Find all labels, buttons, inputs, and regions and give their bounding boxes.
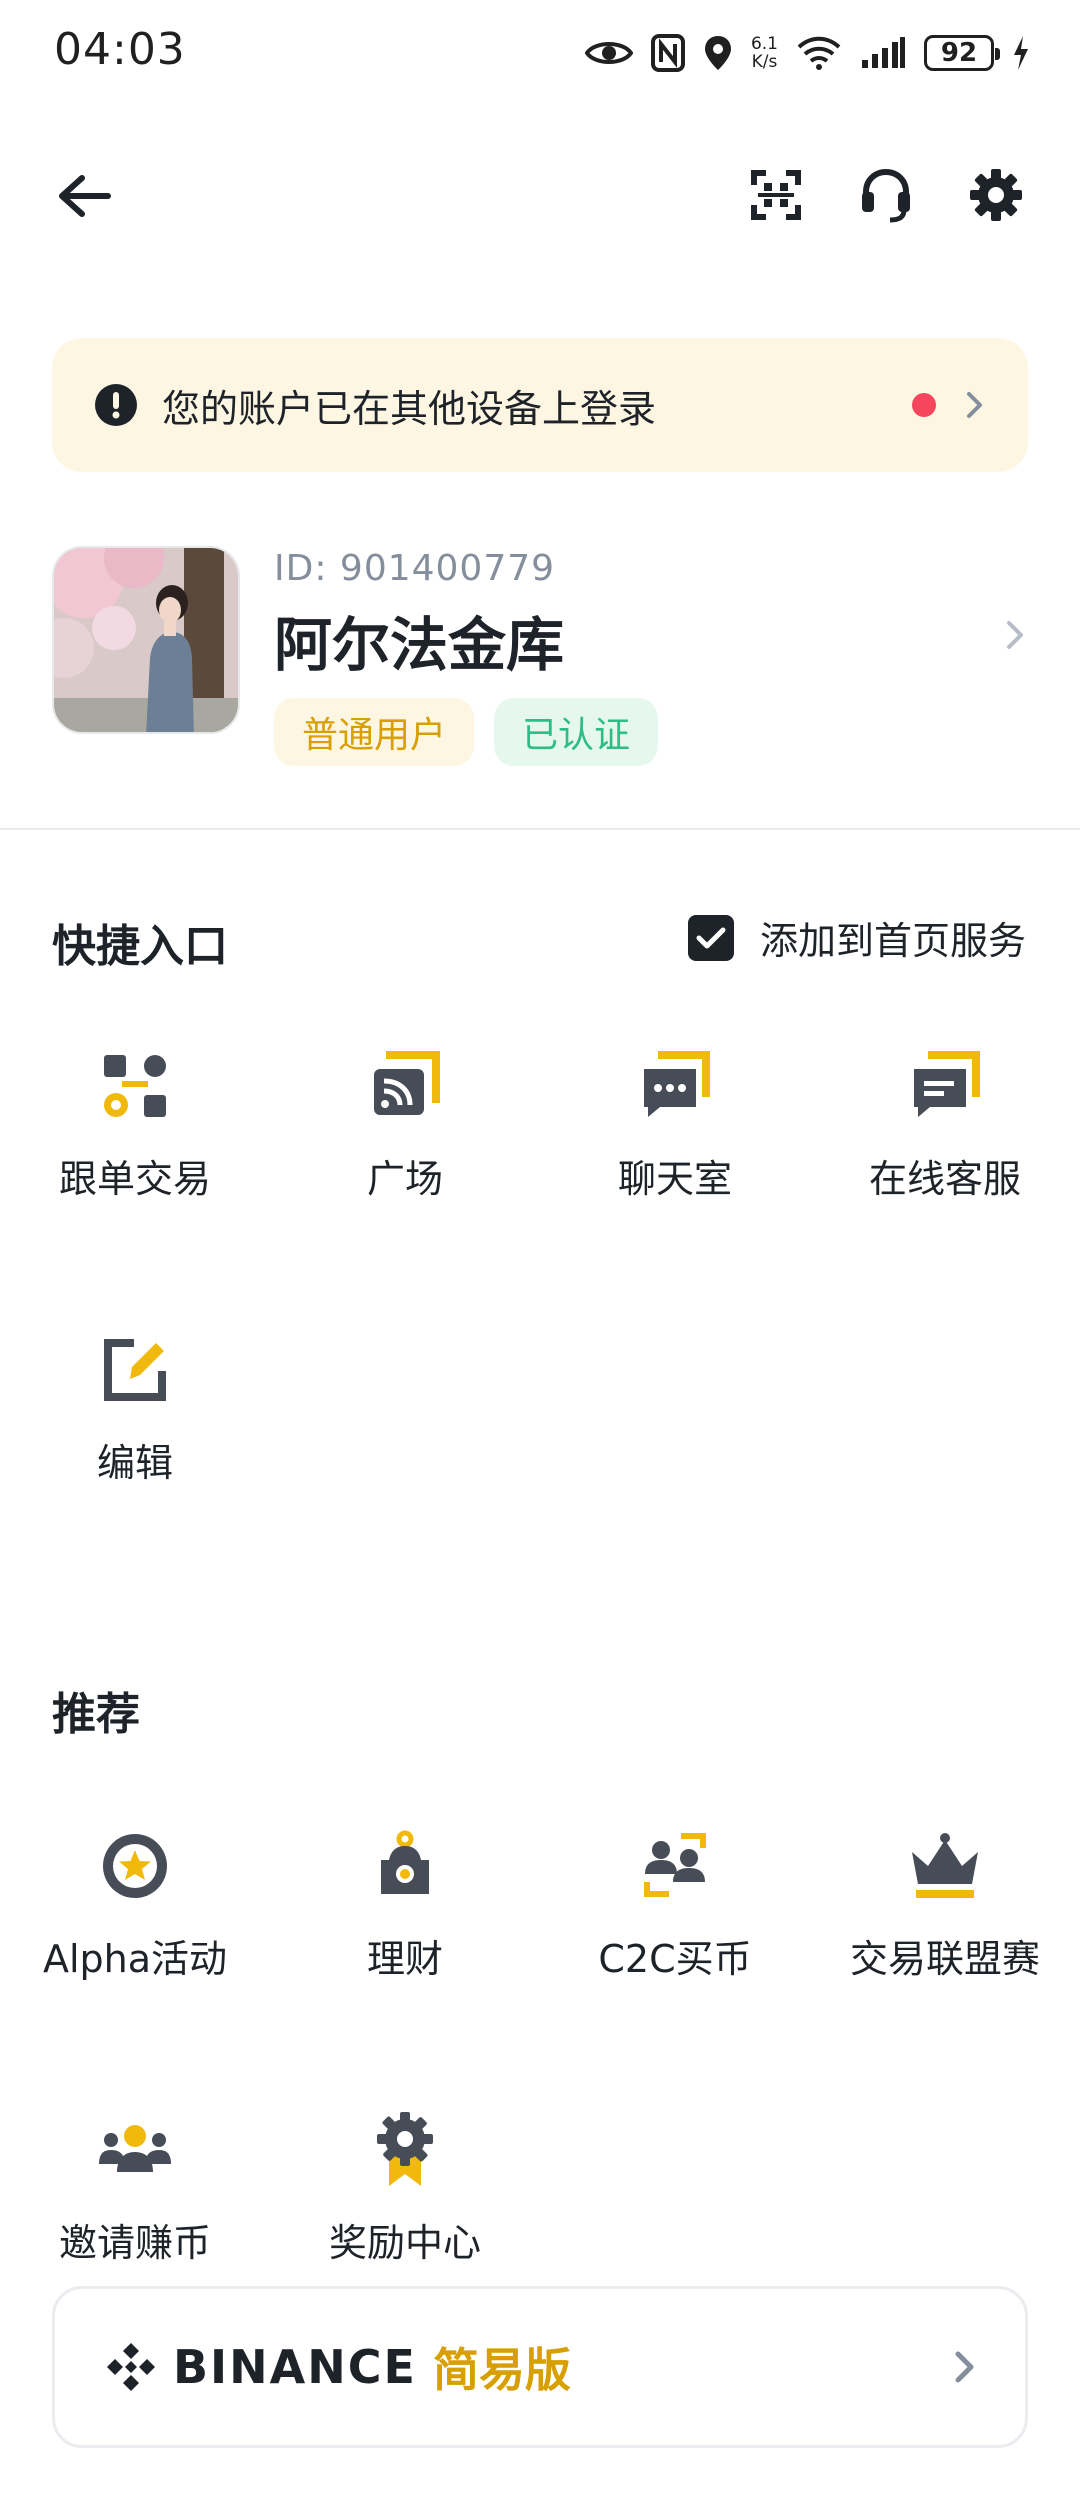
divider bbox=[0, 828, 1080, 830]
location-icon bbox=[704, 36, 731, 70]
top-nav bbox=[0, 150, 1080, 240]
eye-icon bbox=[584, 42, 633, 64]
user-level-badge: 普通用户 bbox=[274, 698, 475, 766]
nfc-icon bbox=[650, 34, 685, 72]
chat-room-icon bbox=[635, 1046, 715, 1126]
shortcuts-title: 快捷入口 bbox=[52, 921, 228, 972]
add-to-home-checkbox[interactable] bbox=[687, 914, 734, 961]
recommend-label: C2C买币 bbox=[598, 1937, 752, 1981]
binance-logo: BINANCE bbox=[103, 2339, 417, 2395]
back-button[interactable] bbox=[54, 166, 114, 226]
settings-button[interactable] bbox=[966, 162, 1026, 228]
recommend-c2c[interactable]: C2C买币 bbox=[540, 1826, 810, 1986]
recommend-finance[interactable]: 理财 bbox=[270, 1826, 540, 1986]
charging-icon bbox=[1014, 36, 1028, 70]
user-id: ID: 901400779 bbox=[274, 548, 556, 589]
shortcut-label: 编辑 bbox=[96, 1441, 173, 1485]
exclamation-icon bbox=[95, 384, 137, 426]
invite-users-icon bbox=[95, 2110, 175, 2190]
gear-icon bbox=[970, 169, 1022, 221]
headset-icon bbox=[862, 168, 910, 223]
user-nickname: 阿尔法金库 bbox=[274, 611, 565, 679]
chevron-right-icon bbox=[967, 392, 982, 418]
shortcut-edit[interactable]: 编辑 bbox=[0, 1330, 270, 1490]
chevron-right-icon bbox=[1007, 621, 1023, 649]
recommend-label: 交易联盟赛 bbox=[849, 1937, 1040, 1981]
recommend-label: Alpha活动 bbox=[42, 1937, 228, 1981]
shortcut-label: 在线客服 bbox=[868, 1157, 1021, 1201]
c2c-users-icon bbox=[635, 1826, 715, 1906]
reward-badge-icon bbox=[365, 2110, 445, 2190]
login-alert-banner[interactable]: 您的账户已在其他设备上登录 bbox=[52, 338, 1028, 472]
scan-icon bbox=[751, 170, 801, 220]
recommend-title: 推荐 bbox=[52, 1689, 140, 1740]
shortcut-label: 跟单交易 bbox=[58, 1157, 211, 1201]
copy-trading-icon bbox=[95, 1046, 175, 1126]
shortcut-label: 广场 bbox=[366, 1157, 443, 1201]
shortcut-square[interactable]: 广场 bbox=[270, 1046, 540, 1206]
lite-version-label: 简易版 bbox=[432, 2343, 571, 2397]
net-speed-unit: K/s bbox=[751, 52, 778, 72]
shortcut-copy-trading[interactable]: 跟单交易 bbox=[0, 1046, 270, 1206]
alert-dot bbox=[912, 393, 936, 417]
binance-lite-entry[interactable]: BINANCE 简易版 bbox=[52, 2286, 1028, 2448]
alert-text: 您的账户已在其他设备上登录 bbox=[162, 386, 657, 431]
status-bar: 04:03 6.1 K/s 92 bbox=[0, 0, 1080, 110]
add-to-home-label: 添加到首页服务 bbox=[759, 919, 1026, 963]
customer-service-icon bbox=[905, 1046, 985, 1126]
binance-logo-icon bbox=[107, 2343, 155, 2391]
signal-icon bbox=[862, 37, 905, 68]
wifi-icon bbox=[797, 36, 841, 70]
recommend-trading-league[interactable]: 交易联盟赛 bbox=[810, 1826, 1080, 1986]
avatar-image bbox=[54, 548, 238, 732]
recommend-label: 理财 bbox=[366, 1937, 443, 1981]
square-broadcast-icon bbox=[365, 1046, 445, 1126]
status-icons: 6.1 K/s 92 bbox=[584, 28, 1030, 78]
recommend-label: 奖励中心 bbox=[328, 2221, 481, 2265]
shortcut-customer-service[interactable]: 在线客服 bbox=[810, 1046, 1080, 1206]
check-icon bbox=[696, 927, 726, 948]
chevron-right-icon bbox=[955, 2351, 974, 2383]
finance-icon bbox=[365, 1826, 445, 1906]
support-button[interactable] bbox=[856, 162, 916, 228]
recommend-invite[interactable]: 邀请赚币 bbox=[0, 2110, 270, 2270]
add-to-home-toggle[interactable]: 添加到首页服务 bbox=[687, 910, 1026, 965]
scan-button[interactable] bbox=[746, 162, 806, 228]
back-arrow-icon bbox=[59, 175, 111, 217]
nav-actions bbox=[746, 162, 1026, 228]
binance-wordmark: BINANCE bbox=[173, 2340, 417, 2394]
recommend-reward-center[interactable]: 奖励中心 bbox=[270, 2110, 540, 2270]
shortcut-label: 聊天室 bbox=[617, 1157, 732, 1201]
net-speed-value: 6.1 bbox=[750, 34, 778, 54]
profile-card[interactable]: ID: 901400779 阿尔法金库 普通用户 已认证 bbox=[52, 546, 1032, 766]
status-time: 04:03 bbox=[54, 24, 186, 75]
battery-icon: 92 bbox=[924, 35, 1000, 71]
edit-icon bbox=[95, 1330, 175, 1410]
recommend-label: 邀请赚币 bbox=[58, 2221, 211, 2265]
avatar[interactable] bbox=[52, 546, 240, 734]
recommend-alpha[interactable]: Alpha活动 bbox=[0, 1826, 270, 1986]
alpha-star-icon bbox=[95, 1826, 175, 1906]
user-badges: 普通用户 已认证 bbox=[274, 698, 659, 766]
shortcut-chat-room[interactable]: 聊天室 bbox=[540, 1046, 810, 1206]
crown-icon bbox=[905, 1826, 985, 1906]
verified-badge: 已认证 bbox=[494, 698, 659, 766]
net-speed: 6.1 K/s bbox=[751, 35, 778, 71]
